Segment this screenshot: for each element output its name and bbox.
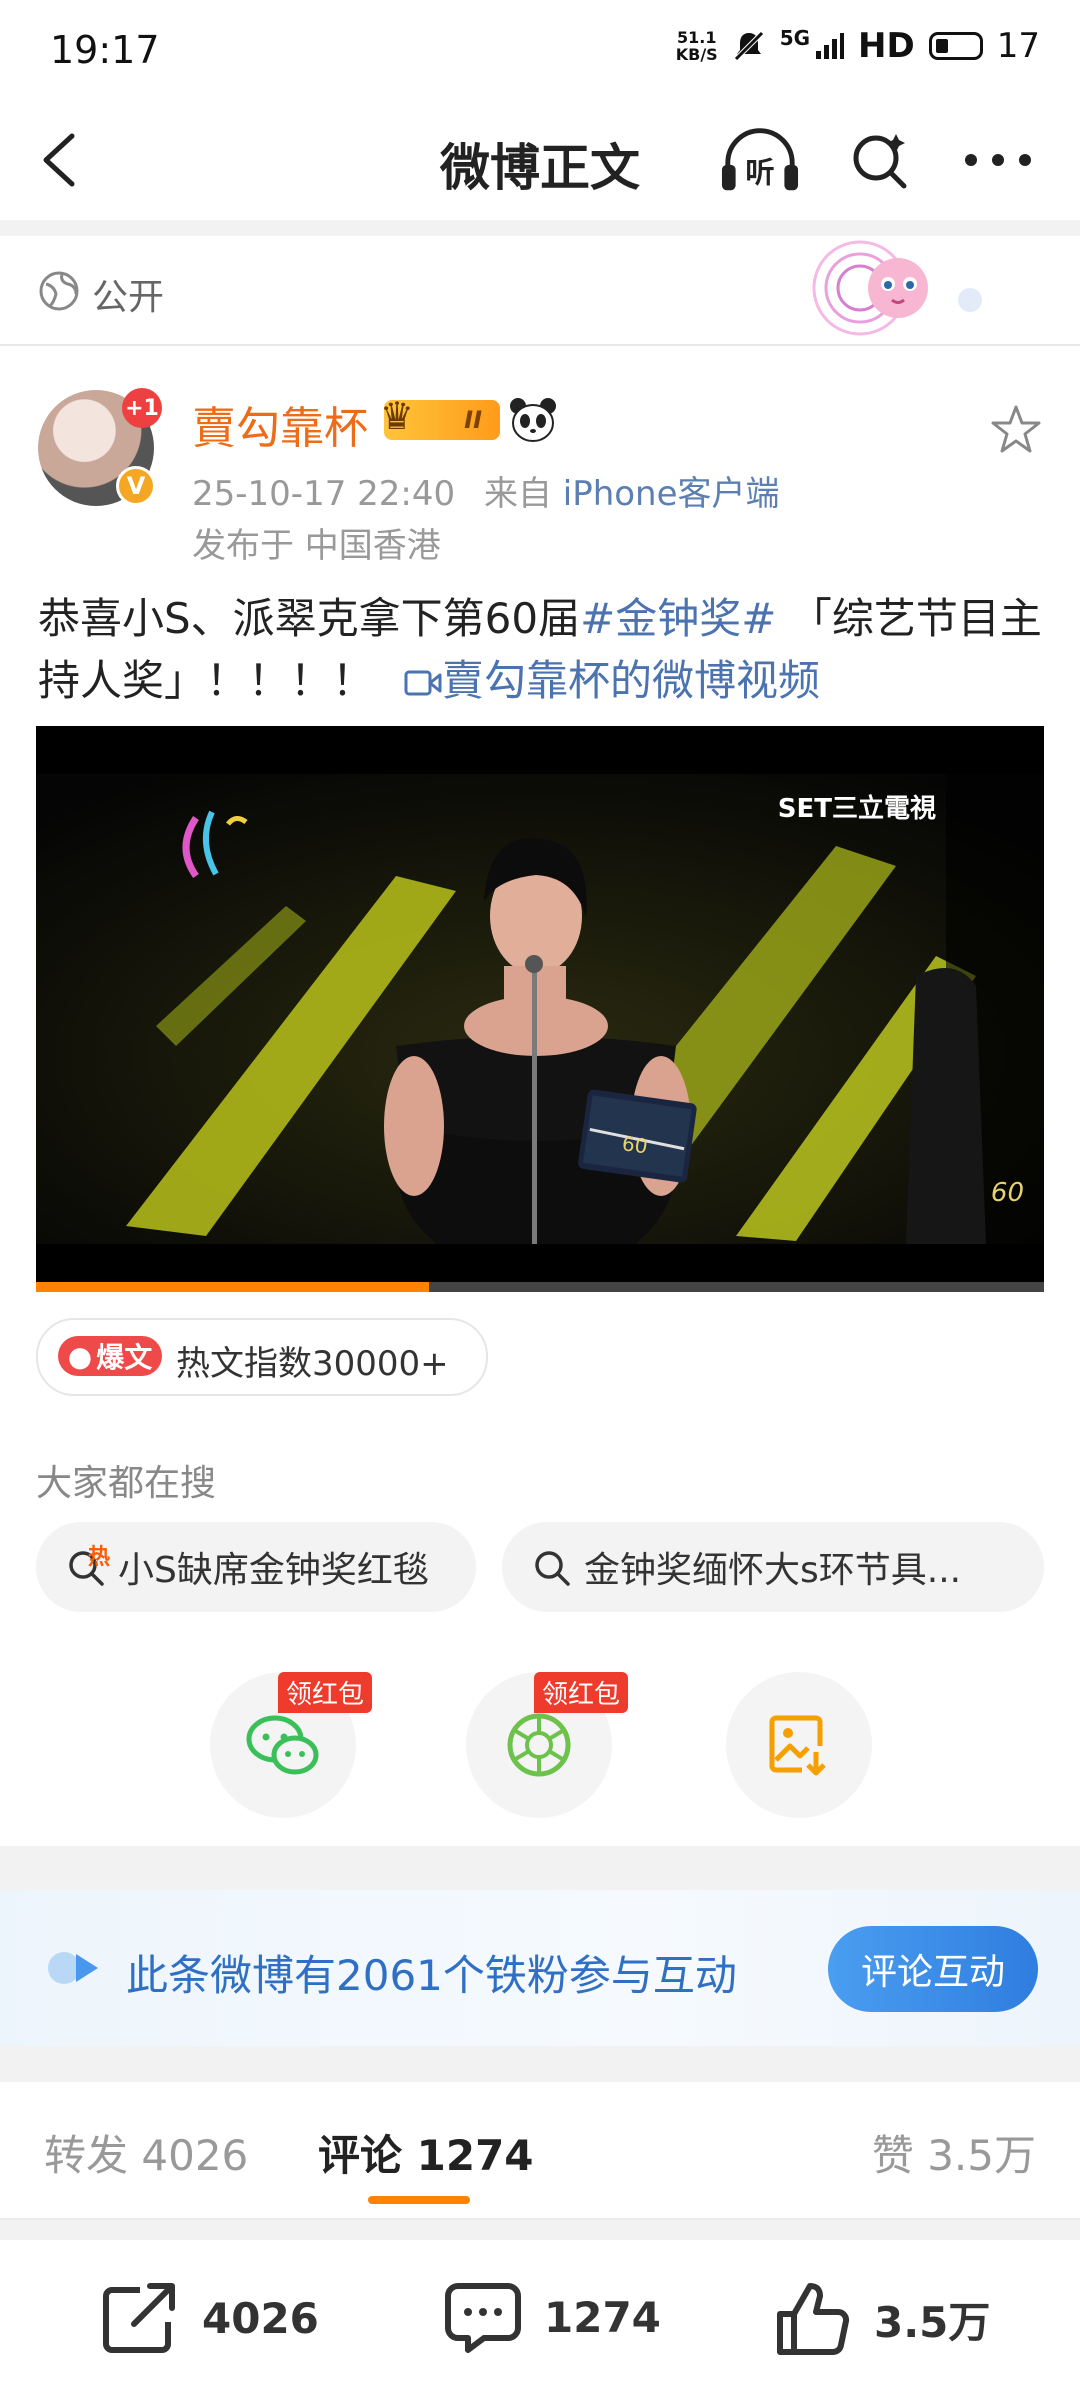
fans-interaction-banner[interactable]: 此条微博有2061个铁粉参与互动 评论互动 [0, 1890, 1080, 2046]
search-chip[interactable]: 金钟奖缅怀大s环节具... [502, 1522, 1044, 1612]
post-source[interactable]: iPhone客户端 [563, 474, 780, 514]
speed-unit: KB/S [675, 45, 718, 64]
battery-level: 17 [996, 26, 1040, 66]
mascot-decoration [812, 240, 982, 336]
tab-like-count: 3.5万 [927, 2131, 1036, 2180]
post-text: 恭喜小S、派翠克拿下第60届#金钟奖# 「综艺节目主持人奖」！！！！ 賣勾靠杯的微… [38, 588, 1048, 712]
post-location: 发布于 中国香港 [192, 526, 441, 566]
search-button[interactable] [840, 120, 920, 200]
wechat-icon [246, 1715, 319, 1775]
video-progress-fill [36, 1282, 430, 1292]
from-prefix: 来自 [483, 474, 552, 514]
speed-value: 51.1 [676, 28, 717, 47]
more-button[interactable] [958, 120, 1038, 200]
comment-button[interactable]: 1274 [444, 2280, 661, 2354]
repost-count: 4026 [202, 2293, 319, 2343]
status-time: 19:17 [50, 28, 160, 72]
comment-count: 1274 [544, 2292, 661, 2342]
video-link[interactable]: 賣勾靠杯的微博视频 [404, 656, 820, 705]
status-icons: 51.1 KB/S 5G HD 17 [676, 26, 1040, 66]
svg-text:60: 60 [621, 1131, 650, 1158]
repost-button[interactable]: 4026 [100, 2280, 319, 2356]
hot-badge-text: 爆文 [96, 1341, 153, 1374]
battery-icon [928, 32, 983, 60]
tab-comment-count: 1274 [416, 2131, 534, 2180]
fire-icon: ● [67, 1339, 93, 1373]
red-packet-tag: 领红包 [278, 1672, 373, 1713]
signal-icon [816, 33, 845, 59]
avatar-badge: +1 [122, 388, 162, 428]
save-image-icon [769, 1715, 826, 1776]
globe-icon [39, 271, 79, 311]
mute-icon [733, 31, 764, 61]
repost-icon [103, 2283, 175, 2353]
status-bar: 19:17 51.1 KB/S 5G HD 17 [0, 0, 1080, 100]
video-progress-track[interactable] [36, 1282, 1044, 1292]
tab-comment[interactable]: 评论 1274 [318, 2122, 534, 2183]
video-camera-icon [404, 670, 442, 696]
panda-icon [510, 398, 556, 442]
more-icon [965, 154, 1031, 166]
search-icon [853, 134, 907, 189]
moments-icon [507, 1713, 571, 1777]
tab-repost-label: 转发 [44, 2131, 129, 2180]
member-badge[interactable]: ♛ II [380, 394, 500, 440]
hashtag-link[interactable]: #金钟奖# [580, 594, 776, 643]
tab-repost-count: 4026 [141, 2131, 249, 2180]
app-header: 微博正文 听 [0, 100, 1080, 220]
video-player[interactable]: 60 SET三立電視 60 [36, 726, 1044, 1292]
hot-index-badge[interactable]: ● 爆文 热文指数30000+ [36, 1318, 488, 1396]
visibility-label: 公开 [92, 277, 165, 318]
search-icon [535, 1551, 570, 1586]
channel-logo: SET三立電視 [777, 794, 936, 824]
tab-repost[interactable]: 转发 4026 [44, 2122, 248, 2183]
username[interactable]: 賣勾靠杯 [192, 392, 368, 456]
post-timestamp: 25-10-17 22:40 [192, 474, 456, 514]
video-link-label[interactable]: 賣勾靠杯的微博视频 [442, 656, 820, 705]
network-speed: 51.1 KB/S [676, 29, 718, 63]
verified-icon: V [116, 466, 156, 506]
hot-badge-label: ● 爆文 [58, 1336, 162, 1376]
search-chip-text: 小S缺席金钟奖红毯 [118, 1550, 429, 1591]
active-tab-indicator [368, 2196, 470, 2204]
save-image-button[interactable] [726, 1672, 872, 1818]
video-watermark: 60 [990, 1178, 1024, 1208]
hd-indicator: HD [858, 26, 915, 66]
listen-button[interactable]: 听 [720, 120, 800, 200]
tab-like[interactable]: 赞 3.5万 [872, 2122, 1036, 2183]
network-type: 5G [779, 26, 811, 50]
hot-index-text: 热文指数30000+ [176, 1344, 449, 1384]
like-button[interactable]: 3.5万 [774, 2280, 990, 2358]
comment-interact-button[interactable]: 评论互动 [828, 1926, 1038, 2012]
red-packet-tag: 领红包 [534, 1672, 629, 1713]
svg-text:听: 听 [745, 155, 774, 189]
post-tabs: 转发 4026 评论 1274 赞 3.5万 [0, 2082, 1080, 2220]
hot-search-icon: 热 [66, 1545, 110, 1587]
member-level: II [464, 406, 482, 434]
like-count: 3.5万 [874, 2297, 991, 2347]
hot-mark: 热 [88, 1545, 111, 1570]
thumbs-up-icon [777, 2283, 850, 2356]
tab-like-label: 赞 [871, 2131, 914, 2180]
visibility-bar: 公开 [0, 236, 1080, 346]
favorite-star-icon[interactable] [990, 404, 1042, 456]
tab-comment-label: 评论 [318, 2131, 403, 2180]
search-chip-text: 金钟奖缅怀大s环节具... [584, 1550, 962, 1591]
headphones-icon: 听 [721, 128, 799, 191]
post-text-intro: 恭喜小S、派翠克拿下第60届 [38, 594, 581, 643]
post-meta: 25-10-17 22:40 来自 iPhone客户端 [192, 466, 780, 515]
trending-searches-label: 大家都在搜 [36, 1463, 217, 1504]
search-chip[interactable]: 热 小S缺席金钟奖红毯 [36, 1522, 476, 1612]
comment-icon [445, 2283, 521, 2353]
bottom-action-bar: 4026 1274 3.5万 [0, 2240, 1080, 2400]
fans-banner-text: 此条微博有2061个铁粉参与互动 [126, 1951, 737, 2000]
interaction-icon [48, 1952, 98, 1984]
crown-icon: ♛ [380, 394, 415, 438]
